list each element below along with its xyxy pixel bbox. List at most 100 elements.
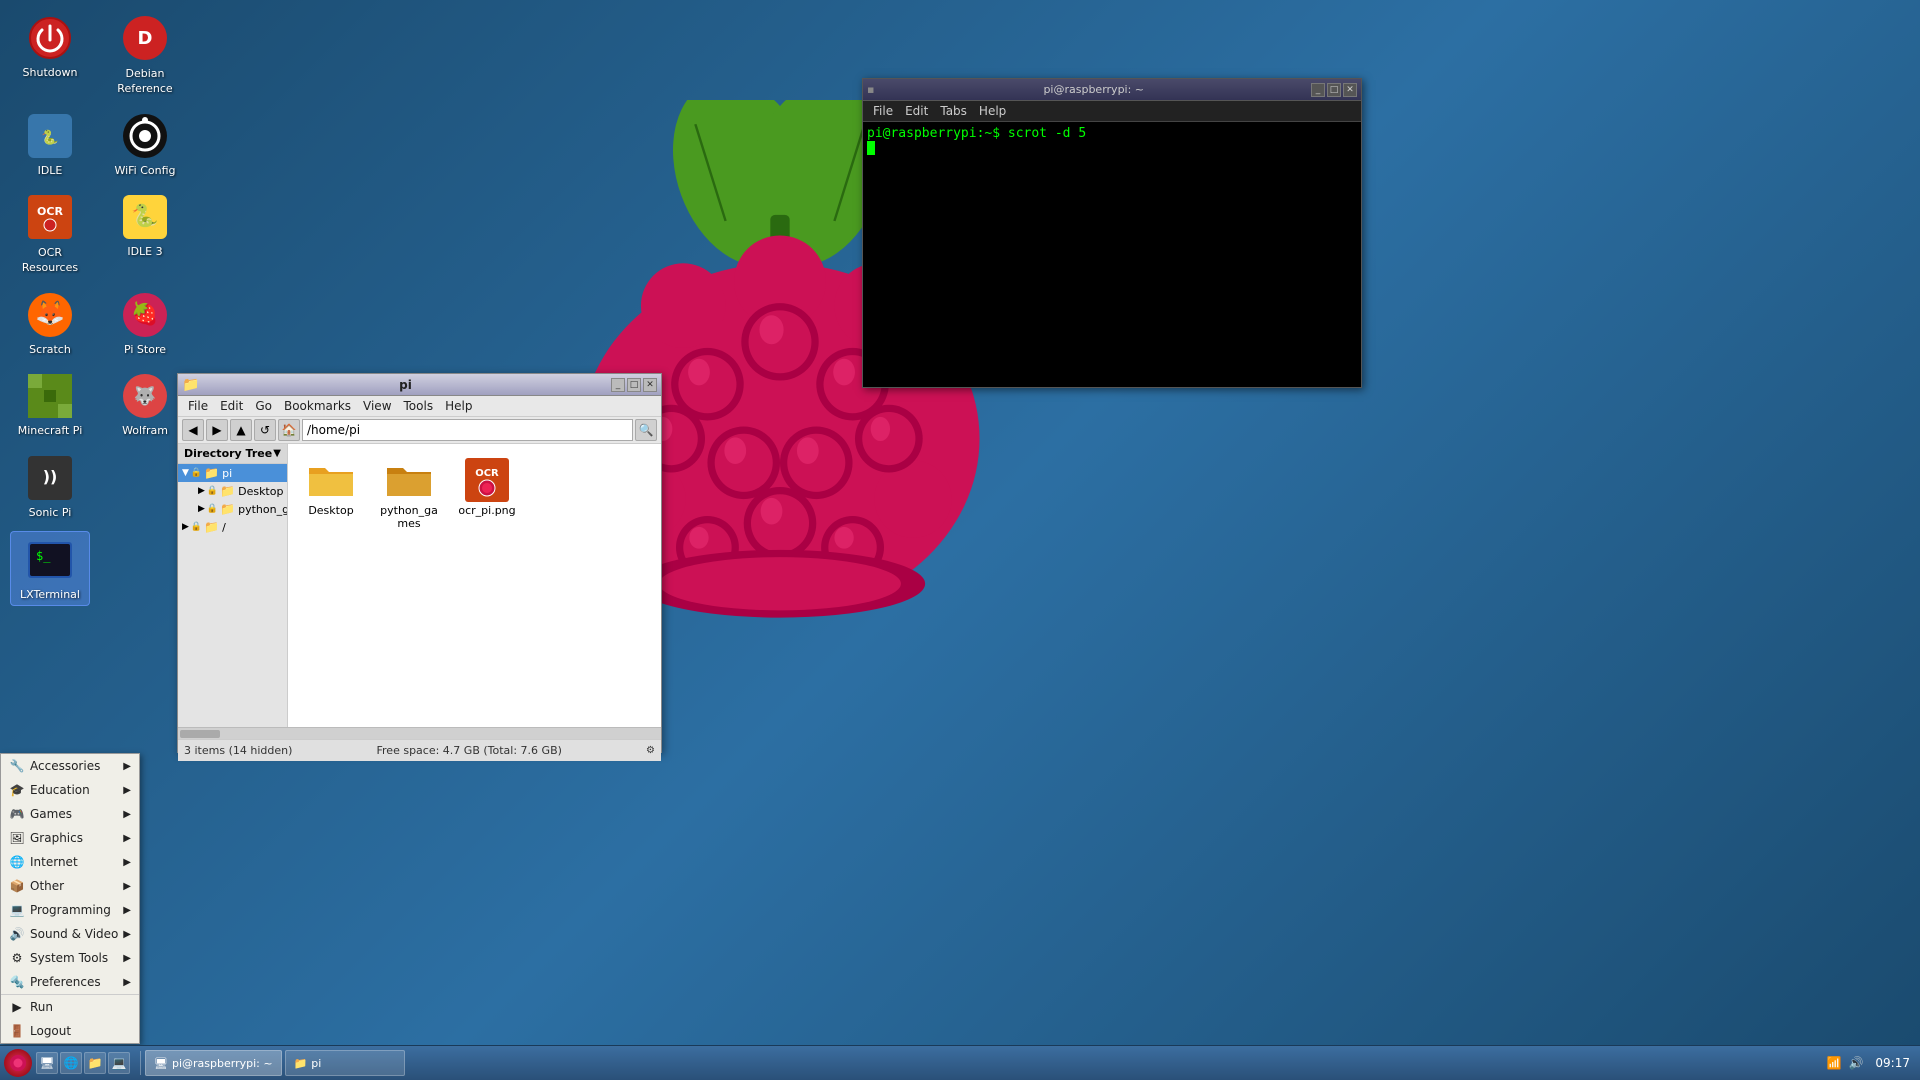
- taskbar-quick-files[interactable]: 📁: [84, 1052, 106, 1074]
- taskbar: 🖥 🌐 📁 💻 🖥 pi@raspberrypi: ~ 📁 pi 📶 🔊 09:…: [0, 1045, 1920, 1080]
- fm-tree-item-root[interactable]: ▶ 🔒 📁 /: [178, 518, 287, 536]
- terminal-menu-edit[interactable]: Edit: [899, 103, 934, 119]
- desktop-icon-scratch[interactable]: 🦊 Scratch: [10, 287, 90, 360]
- wolfram-label: Wolfram: [122, 424, 168, 437]
- fm-back-btn[interactable]: ◀: [182, 419, 204, 441]
- graphics-icon: 🖼: [9, 830, 25, 846]
- fm-menu-help[interactable]: Help: [439, 397, 478, 415]
- terminal-maximize-btn[interactable]: □: [1327, 83, 1341, 97]
- fm-menu-bookmarks[interactable]: Bookmarks: [278, 397, 357, 415]
- menu-item-logout[interactable]: 🚪 Logout: [1, 1019, 139, 1043]
- taskbar-terminal-icon: 🖥: [154, 1057, 168, 1070]
- pistore-label: Pi Store: [124, 343, 166, 356]
- svg-text:🍓: 🍓: [131, 301, 158, 327]
- taskbar-quick-terminal[interactable]: 💻: [108, 1052, 130, 1074]
- fm-home-btn[interactable]: 🏠: [278, 419, 300, 441]
- fm-menubar: File Edit Go Bookmarks View Tools Help: [178, 396, 661, 417]
- fm-reload-btn[interactable]: ↺: [254, 419, 276, 441]
- taskbar-clock: 09:17: [1869, 1056, 1916, 1070]
- fm-title: pi: [202, 378, 609, 392]
- tray-volume-icon[interactable]: 🔊: [1847, 1054, 1865, 1072]
- fm-file-python-games[interactable]: python_games: [374, 452, 444, 534]
- lxterminal-label: LXTerminal: [20, 588, 80, 601]
- minecraft-label: Minecraft Pi: [18, 424, 83, 437]
- desktop-icon-pistore[interactable]: 🍓 Pi Store: [105, 287, 185, 360]
- taskbar-quick-browser[interactable]: 🌐: [60, 1052, 82, 1074]
- preferences-icon: 🔩: [9, 974, 25, 990]
- ocr-label: OCRResources: [22, 246, 78, 274]
- desktop-icons-container: Shutdown D DebianReference: [10, 10, 185, 606]
- desktop-icon-shutdown[interactable]: Shutdown: [10, 10, 90, 100]
- menu-item-preferences[interactable]: 🔩 Preferences ▶: [1, 970, 139, 994]
- desktop-icon-ocr[interactable]: OCR OCRResources: [10, 189, 90, 279]
- menu-item-graphics[interactable]: 🖼 Graphics ▶: [1, 826, 139, 850]
- desktop-icon-wifi[interactable]: WiFi Config: [105, 108, 185, 181]
- fm-menu-view[interactable]: View: [357, 397, 397, 415]
- fm-status-space: Free space: 4.7 GB (Total: 7.6 GB): [377, 744, 562, 757]
- desktop-icon-sonicpi[interactable]: )) Sonic Pi: [10, 450, 90, 523]
- taskbar-quick-show-desktop[interactable]: 🖥: [36, 1052, 58, 1074]
- desktop-icon-row-5: Minecraft Pi 🐺 Wolfram: [10, 368, 185, 441]
- terminal-menu-file[interactable]: File: [867, 103, 899, 119]
- desktop-icon-idle3[interactable]: 🐍 IDLE 3: [105, 189, 185, 279]
- menu-item-accessories[interactable]: 🔧 Accessories ▶: [1, 754, 139, 778]
- games-arrow: ▶: [123, 809, 131, 820]
- taskbar-start-btn[interactable]: [4, 1049, 32, 1077]
- desktop-icon-minecraft[interactable]: Minecraft Pi: [10, 368, 90, 441]
- fm-close-btn[interactable]: ✕: [643, 378, 657, 392]
- desktop-icon-lxterminal[interactable]: $_ LXTerminal: [10, 531, 90, 606]
- fm-tree-item-desktop[interactable]: ▶ 🔒 📁 Desktop: [194, 482, 287, 500]
- menu-item-education[interactable]: 🎓 Education ▶: [1, 778, 139, 802]
- fm-menu-file[interactable]: File: [182, 397, 214, 415]
- menu-item-run[interactable]: ▶ Run: [1, 994, 139, 1019]
- terminal-menu-tabs[interactable]: Tabs: [934, 103, 973, 119]
- sound-video-icon: 🔊: [9, 926, 25, 942]
- desktop-tree-label: Desktop: [238, 485, 283, 498]
- menu-item-other[interactable]: 📦 Other ▶: [1, 874, 139, 898]
- menu-item-sound-video[interactable]: 🔊 Sound & Video ▶: [1, 922, 139, 946]
- fm-tree-item-python-games[interactable]: ▶ 🔒 📁 python_games: [194, 500, 287, 518]
- menu-item-games[interactable]: 🎮 Games ▶: [1, 802, 139, 826]
- pi-lock-icon: 🔒: [191, 468, 202, 478]
- fm-forward-btn[interactable]: ▶: [206, 419, 228, 441]
- fm-file-desktop[interactable]: Desktop: [296, 452, 366, 534]
- desktop-icon-wolfram[interactable]: 🐺 Wolfram: [105, 368, 185, 441]
- menu-item-system-tools[interactable]: ⚙ System Tools ▶: [1, 946, 139, 970]
- fm-menu-go[interactable]: Go: [249, 397, 278, 415]
- preferences-label: Preferences: [30, 975, 101, 989]
- fm-up-btn[interactable]: ▲: [230, 419, 252, 441]
- fm-search-btn[interactable]: 🔍: [635, 419, 657, 441]
- fm-menu-edit[interactable]: Edit: [214, 397, 249, 415]
- fm-file-ocr-pi[interactable]: OCR ocr_pi.png: [452, 452, 522, 534]
- idle3-label: IDLE 3: [127, 245, 162, 258]
- debian-label: DebianReference: [117, 67, 172, 95]
- menu-item-internet[interactable]: 🌐 Internet ▶: [1, 850, 139, 874]
- fm-maximize-btn[interactable]: □: [627, 378, 641, 392]
- system-tools-arrow: ▶: [123, 953, 131, 964]
- fm-status-items: 3 items (14 hidden): [184, 744, 292, 757]
- fm-sidebar-dropdown[interactable]: ▼: [273, 448, 281, 459]
- menu-left-other: 📦 Other: [9, 878, 64, 894]
- desktop-icon-idle[interactable]: 🐍 IDLE: [10, 108, 90, 181]
- shutdown-icon: [26, 14, 74, 62]
- fm-tree-item-pi[interactable]: ▼ 🔒 📁 pi: [178, 464, 287, 482]
- menu-item-programming[interactable]: 💻 Programming ▶: [1, 898, 139, 922]
- fm-scrollbar-h[interactable]: [178, 727, 661, 739]
- terminal-close-btn[interactable]: ✕: [1343, 83, 1357, 97]
- fm-address-bar[interactable]: /home/pi: [302, 419, 633, 441]
- terminal-menu-help[interactable]: Help: [973, 103, 1012, 119]
- desktop-file-icon: [307, 456, 355, 504]
- taskbar-pi-btn[interactable]: 📁 pi: [285, 1050, 405, 1076]
- terminal-minimize-btn[interactable]: _: [1311, 83, 1325, 97]
- menu-left-preferences: 🔩 Preferences: [9, 974, 101, 990]
- fm-minimize-btn[interactable]: _: [611, 378, 625, 392]
- tray-network-icon[interactable]: 📶: [1825, 1054, 1843, 1072]
- fm-scrollbar-thumb[interactable]: [180, 730, 220, 738]
- fm-main: Directory Tree ▼ ▼ 🔒 📁 pi ▶ 🔒 📁 Desktop: [178, 444, 661, 727]
- terminal-content[interactable]: pi@raspberrypi:~$ scrot -d 5: [863, 122, 1361, 384]
- fm-menu-tools[interactable]: Tools: [398, 397, 440, 415]
- desktop-icon-row-1: Shutdown D DebianReference: [10, 10, 185, 100]
- taskbar-terminal-btn[interactable]: 🖥 pi@raspberrypi: ~: [145, 1050, 282, 1076]
- taskbar-quick-launch: 🖥 🌐 📁 💻: [36, 1052, 130, 1074]
- desktop-icon-debian[interactable]: D DebianReference: [105, 10, 185, 100]
